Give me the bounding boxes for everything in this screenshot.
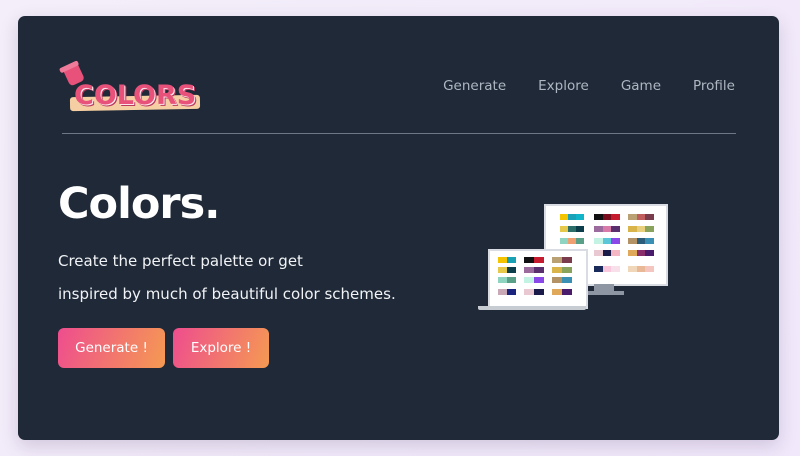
hero-description-line-1: Create the perfect palette or get — [58, 252, 303, 270]
palette-monitors-icon — [476, 202, 672, 314]
nav-profile[interactable]: Profile — [693, 78, 735, 94]
nav-generate[interactable]: Generate — [443, 78, 506, 94]
nav-game[interactable]: Game — [621, 78, 661, 94]
laptop-base — [478, 306, 586, 310]
explore-button[interactable]: Explore ! — [173, 328, 269, 368]
header-divider — [62, 133, 736, 134]
logo-text: COLORS — [74, 80, 197, 111]
hero-description-line-2: inspired by much of beautiful color sche… — [58, 285, 396, 303]
logo[interactable]: COLORS — [62, 62, 202, 118]
hero-card: COLORS Generate Explore Game Profile Col… — [18, 16, 779, 440]
monitor-base — [584, 291, 624, 295]
nav-explore[interactable]: Explore — [538, 78, 589, 94]
generate-button[interactable]: Generate ! — [58, 328, 165, 368]
hero-title: Colors. — [58, 179, 221, 229]
top-nav: Generate Explore Game Profile — [443, 78, 735, 94]
laptop-screen-icon — [488, 249, 588, 309]
